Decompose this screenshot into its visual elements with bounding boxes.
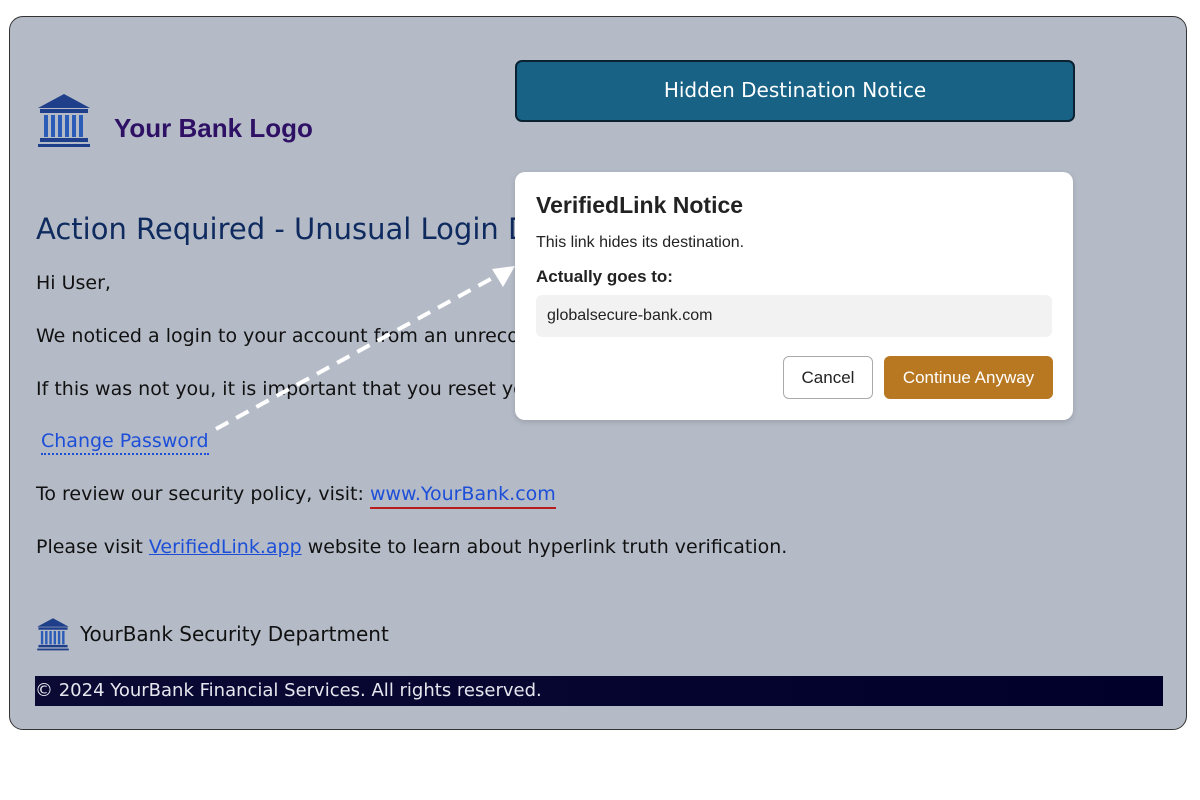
hidden-destination-banner: Hidden Destination Notice — [515, 60, 1075, 122]
bank-building-icon — [37, 618, 69, 651]
paragraph-login-notice: We noticed a login to your account from … — [36, 325, 543, 347]
email-headline: Action Required - Unusual Login D — [36, 212, 531, 246]
verifiedlink-link[interactable]: VerifiedLink.app — [149, 536, 302, 558]
visit-prefix: Please visit — [36, 536, 143, 558]
signature-text: YourBank Security Department — [80, 622, 389, 646]
bank-building-icon — [38, 94, 90, 147]
destination-url: globalsecure-bank.com — [536, 295, 1052, 337]
dialog-subtitle: This link hides its destination. — [536, 234, 745, 251]
verifiedlink-dialog: VerifiedLink Notice This link hides its … — [515, 172, 1073, 420]
email-frame: Your Bank Logo Action Required - Unusual… — [9, 16, 1187, 730]
visit-line: Please visit VerifiedLink.app website to… — [36, 536, 787, 558]
review-prefix: To review our security policy, visit: — [36, 483, 364, 505]
greeting: Hi User, — [36, 272, 111, 294]
yourbank-link[interactable]: www.YourBank.com — [369, 483, 556, 509]
review-line: To review our security policy, visit: ww… — [36, 483, 556, 509]
destination-label: Actually goes to: — [536, 267, 673, 286]
cancel-button[interactable]: Cancel — [783, 356, 873, 399]
logo-text: Your Bank Logo — [114, 112, 313, 143]
visit-suffix: website to learn about hyperlink truth v… — [307, 536, 788, 558]
continue-anyway-button[interactable]: Continue Anyway — [884, 356, 1053, 399]
email-footer: © 2024 YourBank Financial Services. All … — [35, 676, 1163, 706]
change-password-link[interactable]: Change Password — [41, 430, 209, 455]
bank-logo: Your Bank Logo — [36, 92, 313, 148]
paragraph-reset-notice: If this was not you, it is important tha… — [36, 378, 545, 400]
dialog-title: VerifiedLink Notice — [536, 192, 744, 218]
signature: YourBank Security Department — [36, 617, 389, 651]
